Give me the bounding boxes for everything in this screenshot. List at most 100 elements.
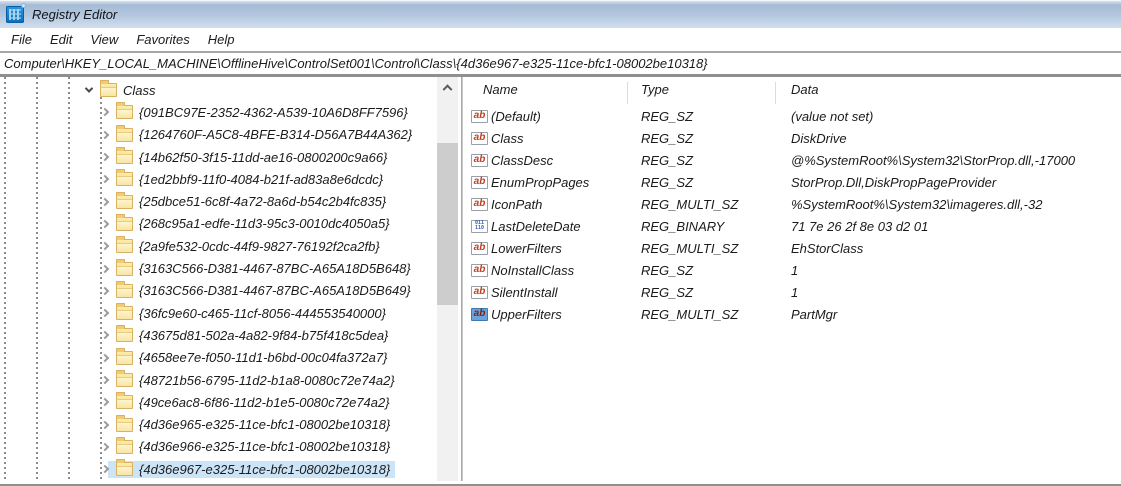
value-type: REG_SZ — [641, 262, 694, 278]
value-row-upperfilters[interactable]: UpperFilters REG_MULTI_SZ PartMgr — [463, 303, 1121, 325]
value-row-lastdeletedate[interactable]: LastDeleteDate REG_BINARY 71 7e 26 2f 8e 0… — [463, 215, 1121, 237]
menu-item-help[interactable]: Help — [199, 28, 244, 51]
value-row-noinstallclass[interactable]: NoInstallClass REG_SZ 1 — [463, 259, 1121, 281]
tree-node-guid[interactable]: {43675d81-502a-4a82-9f84-b75f418c5dea} — [0, 324, 437, 346]
value-row-lowerfilters[interactable]: LowerFilters REG_MULTI_SZ EhStorClass — [463, 237, 1121, 259]
folder-icon — [116, 147, 133, 165]
column-header-type[interactable]: Type — [628, 82, 776, 104]
menu-item-view[interactable]: View — [81, 28, 127, 51]
tree-node-label[interactable]: {091BC97E-2352-4362-A539-10A6D8FF7596} — [139, 105, 408, 120]
tree-node-guid[interactable]: {268c95a1-edfe-11d3-95c3-0010dc4050a5} — [0, 213, 437, 235]
window-title: Registry Editor — [32, 6, 118, 22]
value-type: REG_MULTI_SZ — [641, 306, 739, 322]
tree-node-guid[interactable]: {1264760F-A5C8-4BFE-B314-D56A7B44A362} — [0, 124, 437, 146]
value-row-default[interactable]: (Default) REG_SZ (value not set) — [463, 105, 1121, 127]
registry-app-icon — [6, 2, 26, 23]
tree-node-guid[interactable]: {4d36e966-e325-11ce-bfc1-08002be10318} — [0, 436, 437, 458]
tree-node-highlight: {25dbce51-6c8f-4a72-8a6d-b54c2b4fc835} — [108, 191, 391, 210]
tree-node-label[interactable]: {49ce6ac8-6f86-11d2-b1e5-0080c72e74a2} — [139, 395, 390, 410]
tree-node-guid[interactable]: {2a9fe532-0cdc-44f9-9827-76192f2ca2fb} — [0, 235, 437, 257]
value-name[interactable]: SilentInstall — [488, 285, 557, 300]
value-row-silentinstall[interactable]: SilentInstall REG_SZ 1 — [463, 281, 1121, 303]
tree-pane: Class {091BC97E-2352-4362-A539-10A6D8FF7… — [0, 77, 462, 481]
tree-node-highlight: {268c95a1-edfe-11d3-95c3-0010dc4050a5} — [108, 213, 395, 232]
values-pane: Name Type Data (Default) REG_SZ (value not… — [462, 77, 1121, 481]
tree-node-guid[interactable]: {48721b56-6795-11d2-b1a8-0080c72e74a2} — [0, 369, 437, 391]
values-list: (Default) REG_SZ (value not set) Class REG_S… — [463, 105, 1121, 325]
tree-node-guid[interactable]: {49ce6ac8-6f86-11d2-b1e5-0080c72e74a2} — [0, 391, 437, 413]
tree-node-label[interactable]: {1ed2bbf9-11f0-4084-b21f-ad83a8e6dcdc} — [139, 172, 383, 187]
value-row-classdesc[interactable]: ClassDesc REG_SZ @%SystemRoot%\System32\St… — [463, 149, 1121, 171]
tree-node-guid[interactable]: {14b62f50-3f15-11dd-ae16-0800200c9a66} — [0, 146, 437, 168]
folder-icon — [116, 459, 133, 477]
tree-node-guid[interactable]: {3163C566-D381-4467-87BC-A65A18D5B648} — [0, 257, 437, 279]
value-row-class[interactable]: Class REG_SZ DiskDrive — [463, 127, 1121, 149]
registry-editor-window: Registry Editor File Edit View Favorites Hel… — [0, 0, 1121, 486]
menu-item-edit[interactable]: Edit — [41, 28, 81, 51]
folder-icon — [116, 303, 133, 321]
tree-node-label[interactable]: {268c95a1-edfe-11d3-95c3-0010dc4050a5} — [139, 216, 390, 231]
value-name-cell: IconPath — [463, 197, 628, 212]
value-type: REG_BINARY — [641, 218, 725, 234]
tree-node-class[interactable]: Class — [0, 79, 437, 101]
value-name[interactable]: (Default) — [488, 109, 541, 124]
menu-item-favorites[interactable]: Favorites — [127, 28, 198, 51]
value-name[interactable]: ClassDesc — [488, 153, 553, 168]
value-name-cell: ClassDesc — [463, 153, 628, 168]
column-header-name[interactable]: Name — [463, 82, 628, 104]
tree-node-guid[interactable]: {25dbce51-6c8f-4a72-8a6d-b54c2b4fc835} — [0, 190, 437, 212]
address-path[interactable]: Computer\HKEY_LOCAL_MACHINE\OfflineHive\… — [0, 56, 708, 71]
tree-node-guid[interactable]: {4658ee7e-f050-11d1-b6bd-00c04fa372a7} — [0, 347, 437, 369]
tree-node-highlight: {3163C566-D381-4467-87BC-A65A18D5B649} — [108, 280, 416, 299]
value-name[interactable]: IconPath — [488, 197, 542, 212]
tree-node-label[interactable]: {14b62f50-3f15-11dd-ae16-0800200c9a66} — [139, 150, 387, 165]
tree-node-label[interactable]: {4d36e966-e325-11ce-bfc1-08002be10318} — [139, 439, 390, 454]
scroll-up-button[interactable] — [437, 77, 458, 96]
tree-node-label[interactable]: Class — [123, 83, 156, 98]
value-type: REG_SZ — [641, 284, 694, 300]
tree-node-label[interactable]: {48721b56-6795-11d2-b1a8-0080c72e74a2} — [139, 373, 395, 388]
tree-node-label[interactable]: {4d36e965-e325-11ce-bfc1-08002be10318} — [139, 417, 390, 432]
string-value-icon — [471, 131, 488, 145]
tree-node-label[interactable]: {25dbce51-6c8f-4a72-8a6d-b54c2b4fc835} — [139, 194, 386, 209]
tree-node-guid[interactable]: {4d36e967-e325-11ce-bfc1-08002be10318} — [0, 458, 437, 480]
address-bar[interactable]: Computer\HKEY_LOCAL_MACHINE\OfflineHive\… — [0, 53, 1121, 77]
tree-node-highlight: {2a9fe532-0cdc-44f9-9827-76192f2ca2fb} — [108, 236, 385, 255]
value-name-cell: Class — [463, 131, 628, 146]
tree-node-guid[interactable]: {091BC97E-2352-4362-A539-10A6D8FF7596} — [0, 101, 437, 123]
value-name[interactable]: LowerFilters — [488, 241, 562, 256]
menu-item-file[interactable]: File — [2, 28, 41, 51]
value-row-iconpath[interactable]: IconPath REG_MULTI_SZ %SystemRoot%\System3… — [463, 193, 1121, 215]
tree-node-label[interactable]: {4658ee7e-f050-11d1-b6bd-00c04fa372a7} — [139, 350, 387, 365]
tree-node-guid[interactable]: {3163C566-D381-4467-87BC-A65A18D5B649} — [0, 280, 437, 302]
tree-node-label[interactable]: {2a9fe532-0cdc-44f9-9827-76192f2ca2fb} — [139, 239, 380, 254]
value-type: REG_SZ — [641, 174, 694, 190]
value-row-enumproppages[interactable]: EnumPropPages REG_SZ StorProp.Dll,DiskProp… — [463, 171, 1121, 193]
value-name[interactable]: UpperFilters — [488, 307, 562, 322]
value-name[interactable]: EnumPropPages — [488, 175, 589, 190]
value-name[interactable]: LastDeleteDate — [488, 219, 581, 234]
tree-node-label[interactable]: {4d36e967-e325-11ce-bfc1-08002be10318} — [139, 462, 390, 477]
value-data: 1 — [791, 284, 799, 300]
tree-node-label[interactable]: {1264760F-A5C8-4BFE-B314-D56A7B44A362} — [139, 127, 412, 142]
tree-scrollbar[interactable] — [437, 77, 458, 481]
tree-node-guid[interactable]: {4d36e965-e325-11ce-bfc1-08002be10318} — [0, 413, 437, 435]
scrollbar-thumb[interactable] — [437, 143, 458, 305]
column-header-data[interactable]: Data — [776, 82, 1121, 104]
folder-icon — [116, 414, 133, 432]
tree-node-label[interactable]: {3163C566-D381-4467-87BC-A65A18D5B648} — [139, 261, 411, 276]
tree-node-guid[interactable]: {36fc9e60-c465-11cf-8056-444553540000} — [0, 302, 437, 324]
tree-node-guid[interactable]: {1ed2bbf9-11f0-4084-b21f-ad83a8e6dcdc} — [0, 168, 437, 190]
registry-icon-grid — [9, 8, 21, 20]
folder-icon — [116, 258, 133, 276]
value-type: REG_SZ — [641, 130, 694, 146]
menu-bar: File Edit View Favorites Help — [0, 28, 1121, 53]
tree-node-label[interactable]: {36fc9e60-c465-11cf-8056-444553540000} — [139, 306, 386, 321]
tree-node-label[interactable]: {43675d81-502a-4a82-9f84-b75f418c5dea} — [139, 328, 388, 343]
tree-node-label[interactable]: {3163C566-D381-4467-87BC-A65A18D5B649} — [139, 283, 411, 298]
value-data: @%SystemRoot%\System32\StorProp.dll,-170… — [791, 152, 1076, 168]
value-name[interactable]: Class — [488, 131, 524, 146]
value-name-cell: LowerFilters — [463, 241, 628, 256]
value-name[interactable]: NoInstallClass — [488, 263, 574, 278]
string-value-icon — [471, 263, 488, 277]
